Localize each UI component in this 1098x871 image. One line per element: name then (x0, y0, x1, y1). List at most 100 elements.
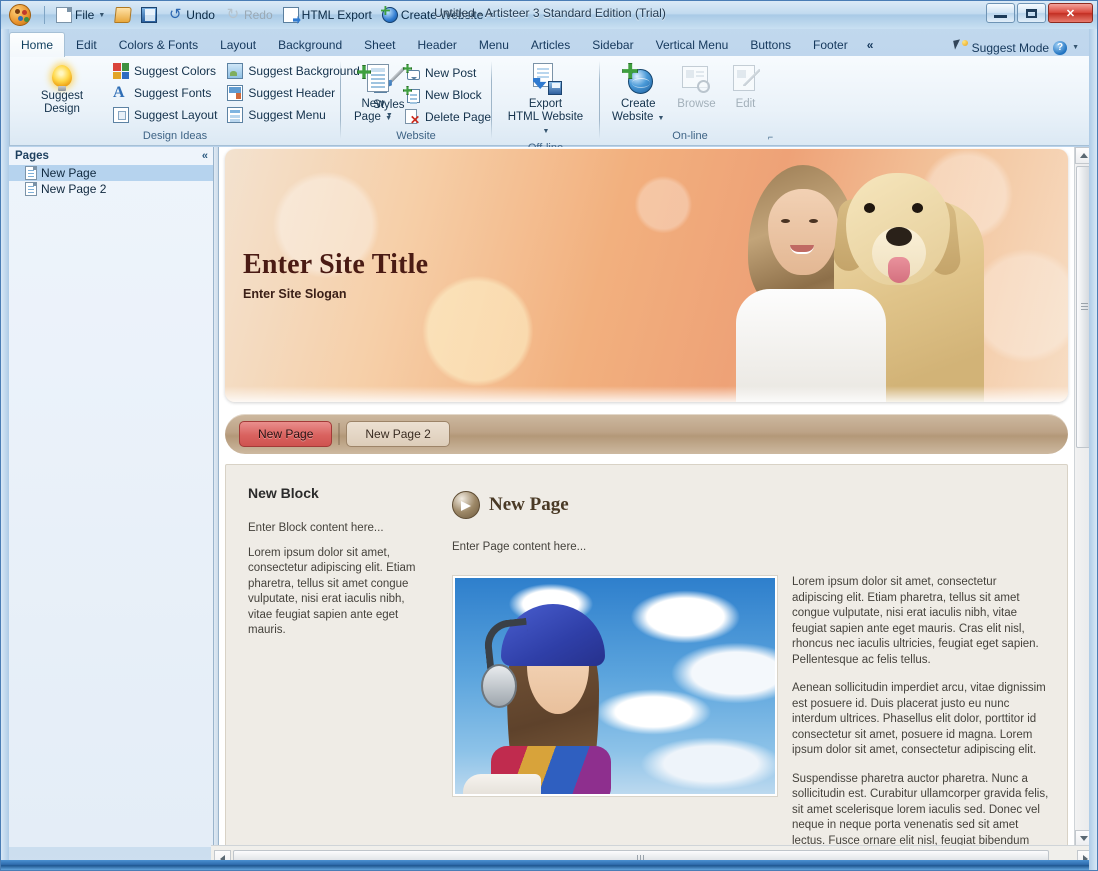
help-icon[interactable]: ? (1053, 40, 1068, 55)
tab-footer[interactable]: Footer (802, 34, 859, 57)
tab-sidebar[interactable]: Sidebar (581, 34, 644, 57)
site-slogan[interactable]: Enter Site Slogan (243, 287, 428, 301)
maximize-icon (1026, 8, 1037, 18)
suggest-colors-button[interactable]: Suggest Colors (108, 60, 222, 82)
create-website-label-line1: Create (620, 98, 656, 110)
tab-sheet[interactable]: Sheet (353, 34, 406, 57)
maximize-button[interactable] (1017, 3, 1046, 23)
tab-menu[interactable]: Menu (468, 34, 520, 57)
quick-access-toolbar: File ▼ ↺ Undo ↻ Redo HTML Export Create … (1, 1, 498, 29)
chevron-down-icon: ▼ (385, 115, 392, 122)
browse-label: Browse (677, 98, 716, 110)
tab-colors-fonts[interactable]: Colors & Fonts (108, 34, 209, 57)
delete-page-button[interactable]: ✕ Delete Page (399, 106, 496, 128)
block-title[interactable]: New Block (248, 485, 432, 501)
suggest-design-button[interactable]: Suggest Design (16, 60, 108, 119)
nav-item-new-page[interactable]: New Page (239, 421, 333, 447)
undo-button[interactable]: ↺ Undo (163, 4, 219, 26)
suggest-mode-control[interactable]: Suggest Mode ? ▼ (954, 40, 1091, 57)
open-folder-icon (114, 7, 133, 23)
tab-articles[interactable]: Articles (520, 34, 581, 57)
close-button[interactable]: ✕ (1048, 3, 1093, 23)
suggest-design-label: Suggest Design (40, 90, 84, 115)
tab-buttons[interactable]: Buttons (739, 34, 802, 57)
header-icon (227, 85, 244, 101)
new-page-button[interactable]: New Page ▼ (347, 60, 399, 128)
new-block-button[interactable]: New Block (399, 84, 496, 106)
block-lead-text[interactable]: Enter Block content here... (248, 521, 432, 537)
html-export-label: HTML Export (301, 8, 372, 22)
save-button[interactable] (137, 4, 161, 26)
new-page-label-line2: Page ▼ (354, 111, 392, 123)
application-menu-button[interactable] (9, 4, 31, 26)
site-content-sheet: New Block Enter Block content here... Lo… (225, 464, 1068, 847)
tab-vertical-menu[interactable]: Vertical Menu (645, 34, 740, 57)
color-swatch-icon (113, 63, 129, 79)
ribbon-tab-strip: Home Edit Colors & Fonts Layout Backgrou… (9, 29, 1091, 57)
ribbon-group-online: Create Website ▼ Browse Edit On-line ⌐ (600, 56, 780, 144)
canvas-vertical-scrollbar[interactable] (1074, 147, 1091, 847)
page-list-item-label: New Page 2 (41, 182, 107, 196)
tab-edit[interactable]: Edit (65, 34, 108, 57)
tab-background[interactable]: Background (267, 34, 353, 57)
browse-button[interactable]: Browse (670, 60, 722, 114)
new-block-icon (403, 86, 420, 103)
suggest-fonts-button[interactable]: A Suggest Fonts (108, 82, 222, 104)
redo-icon: ↻ (226, 6, 240, 23)
tab-header[interactable]: Header (407, 34, 468, 57)
lightbulb-icon (52, 65, 72, 91)
group-label-website: Website (396, 130, 436, 142)
triangle-down-icon (1079, 836, 1088, 841)
site-header-banner[interactable]: Enter Site Title Enter Site Slogan (225, 149, 1068, 402)
chevron-down-icon[interactable]: ▼ (1072, 44, 1079, 51)
edit-button[interactable]: Edit (722, 60, 768, 114)
article-lead-text[interactable]: Enter Page content here... (452, 541, 1049, 553)
tab-collapse-ribbon[interactable]: « (859, 34, 881, 57)
nav-item-new-page-2[interactable]: New Page 2 (346, 421, 450, 447)
ribbon: Suggest Design Suggest Colors A Suggest … (9, 56, 1091, 154)
scroll-up-button[interactable] (1075, 147, 1091, 164)
site-sidebar-block[interactable]: New Block Enter Block content here... Lo… (236, 479, 442, 847)
article-paragraph-3: Suspendisse pharetra auctor pharetra. Nu… (792, 772, 1049, 847)
window-controls: ✕ (986, 3, 1093, 23)
create-website-button[interactable]: Create Website ▼ (378, 4, 498, 26)
create-website-online-button[interactable]: Create Website ▼ (606, 60, 670, 128)
open-button[interactable] (111, 4, 135, 26)
redo-button[interactable]: ↻ Redo (221, 4, 277, 26)
article-paragraphs[interactable]: Lorem ipsum dolor sit amet, consectetur … (792, 575, 1049, 847)
application-window: File ▼ ↺ Undo ↻ Redo HTML Export Create … (0, 0, 1098, 871)
html-export-button[interactable]: HTML Export (279, 4, 376, 26)
tab-layout[interactable]: Layout (209, 34, 267, 57)
suggest-fonts-label: Suggest Fonts (134, 86, 212, 100)
save-icon (141, 7, 158, 23)
online-dialog-launcher[interactable]: ⌐ (765, 132, 776, 143)
site-navigation-bar: New Page New Page 2 (225, 414, 1068, 454)
page-list-item-new-page-2[interactable]: New Page 2 (9, 181, 213, 197)
article-heading[interactable]: New Page (489, 494, 569, 516)
suggest-menu-label: Suggest Menu (248, 108, 326, 122)
minimize-button[interactable] (986, 3, 1015, 23)
window-bottom-strip (1, 860, 1097, 870)
page-list-item-label: New Page (41, 166, 97, 180)
background-icon (227, 63, 244, 79)
undo-icon: ↺ (168, 6, 182, 23)
new-post-button[interactable]: New Post (399, 62, 496, 84)
collapse-panel-button[interactable]: « (202, 150, 208, 162)
suggest-layout-button[interactable]: Suggest Layout (108, 104, 222, 126)
tab-home[interactable]: Home (9, 32, 66, 57)
website-preview-canvas[interactable]: Enter Site Title Enter Site Slogan New P… (219, 147, 1074, 847)
article-photo-girl-with-headphones[interactable] (452, 575, 778, 797)
create-website-label-line2: Website ▼ (612, 111, 665, 123)
export-html-website-button[interactable]: Export HTML Website ▼ (498, 60, 594, 141)
ribbon-group-offline: Export HTML Website ▼ Off-line ⌐ (492, 56, 599, 154)
minimize-icon (994, 14, 1007, 18)
file-menu-button[interactable]: File ▼ (52, 4, 109, 26)
header-text-block: Enter Site Title Enter Site Slogan (243, 249, 428, 301)
site-title[interactable]: Enter Site Title (243, 249, 428, 281)
page-list-item-new-page[interactable]: New Page (9, 165, 213, 181)
suggest-header-label: Suggest Header (248, 86, 336, 100)
vertical-scroll-thumb[interactable] (1076, 166, 1091, 448)
design-canvas-wrapper: Enter Site Title Enter Site Slogan New P… (219, 147, 1091, 847)
nav-separator (338, 423, 341, 445)
block-body-text[interactable]: Lorem ipsum dolor sit amet, consectetur … (248, 546, 432, 639)
